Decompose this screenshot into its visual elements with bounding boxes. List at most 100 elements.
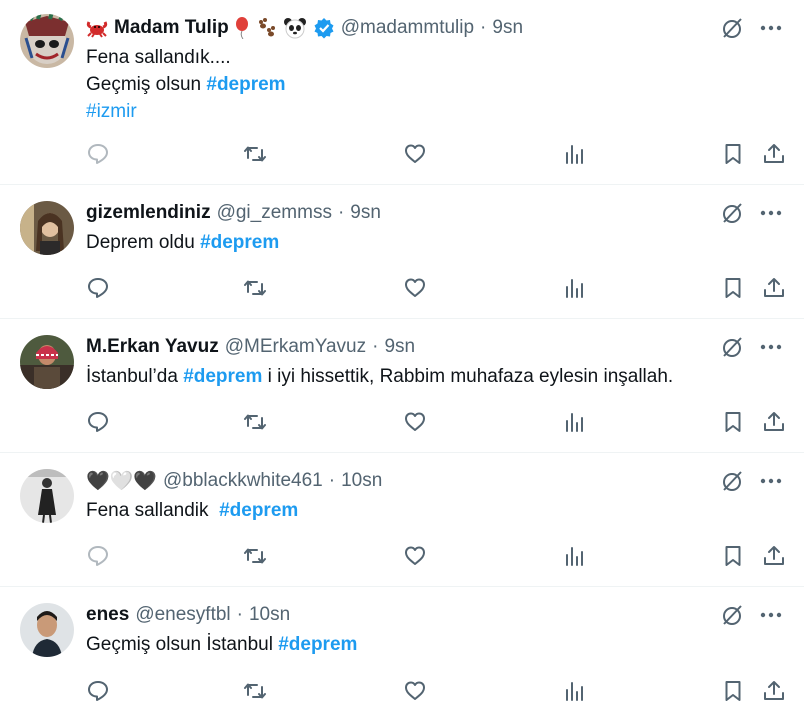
tweet-card[interactable]: Madam Tulip @madammtulip · 9sn Fena sall… — [0, 0, 804, 185]
display-name[interactable]: enes — [86, 604, 129, 626]
views-icon[interactable] — [562, 544, 586, 568]
tweet-text-segment: Fena sallandık.... — [86, 47, 231, 68]
bookmark-icon[interactable] — [721, 679, 745, 703]
grok-icon[interactable] — [720, 469, 744, 493]
retweet-icon[interactable] — [243, 142, 267, 166]
tweet-text: Deprem oldu #deprem — [86, 229, 774, 256]
reply-icon[interactable] — [86, 142, 110, 166]
avatar[interactable] — [20, 335, 74, 389]
tweet-header: enes @enesyftbl · 10sn — [86, 601, 704, 629]
bookmark-icon[interactable] — [721, 544, 745, 568]
tweet-actions — [86, 410, 786, 436]
tweet-line: Geçmiş olsun İstanbul #deprem — [86, 631, 774, 658]
panda-emoji — [283, 17, 307, 39]
tweet-card[interactable]: gizemlendiniz @gi_zemmss · 9sn Deprem ol… — [0, 185, 804, 319]
tweet-text: Fena sallandik #deprem — [86, 497, 774, 524]
user-handle[interactable]: @enesyftbl — [135, 604, 230, 626]
avatar[interactable] — [20, 603, 74, 657]
like-icon[interactable] — [403, 679, 427, 703]
retweet-icon[interactable] — [243, 544, 267, 568]
more-icon[interactable] — [760, 612, 782, 618]
like-icon[interactable] — [403, 142, 427, 166]
views-icon[interactable] — [562, 410, 586, 434]
share-icon[interactable] — [762, 276, 786, 300]
separator-dot: · — [328, 470, 336, 491]
tweet-header: gizemlendiniz @gi_zemmss · 9sn — [86, 199, 704, 227]
hashtag-link[interactable]: #deprem — [206, 74, 285, 95]
tweet-header: 🖤🤍🖤 @bblackkwhite461 · 10sn — [86, 467, 704, 495]
more-icon[interactable] — [760, 344, 782, 350]
more-icon[interactable] — [760, 210, 782, 216]
views-icon[interactable] — [562, 679, 586, 703]
user-handle[interactable]: @gi_zemmss — [217, 202, 332, 224]
separator-dot: · — [236, 604, 243, 625]
share-icon[interactable] — [762, 679, 786, 703]
tweet-card[interactable]: 🖤🤍🖤 @bblackkwhite461 · 10sn Fena salland… — [0, 453, 804, 587]
hashtag-link[interactable]: #deprem — [278, 634, 357, 655]
retweet-icon[interactable] — [243, 679, 267, 703]
like-icon[interactable] — [403, 410, 427, 434]
user-handle[interactable]: @MErkamYavuz — [225, 336, 366, 358]
timestamp[interactable]: 10sn — [249, 604, 290, 626]
tweet-card[interactable]: enes @enesyftbl · 10sn Geçmiş olsun İsta… — [0, 587, 804, 720]
timestamp[interactable]: 9sn — [492, 17, 523, 39]
hashtag-link[interactable]: #izmir — [86, 101, 137, 122]
reply-icon[interactable] — [86, 410, 110, 434]
grok-icon[interactable] — [720, 335, 744, 359]
views-icon[interactable] — [562, 142, 586, 166]
reply-icon[interactable] — [86, 679, 110, 703]
avatar[interactable] — [20, 14, 74, 68]
avatar[interactable] — [20, 201, 74, 255]
verified-badge-icon — [313, 17, 335, 39]
tweet-header: Madam Tulip @madammtulip · 9sn — [86, 14, 704, 42]
display-name[interactable]: M.Erkan Yavuz — [86, 336, 219, 358]
grok-icon[interactable] — [720, 603, 744, 627]
user-handle[interactable]: @madammtulip — [341, 17, 474, 39]
retweet-icon[interactable] — [243, 410, 267, 434]
hashtag-link[interactable]: #deprem — [219, 500, 298, 521]
grok-icon[interactable] — [720, 16, 744, 40]
tweet-card[interactable]: M.Erkan Yavuz @MErkamYavuz · 9sn İstanbu… — [0, 319, 804, 453]
more-icon[interactable] — [760, 25, 782, 31]
tweet-top-actions — [720, 333, 782, 361]
separator-dot: · — [480, 17, 487, 38]
retweet-icon[interactable] — [243, 276, 267, 300]
tweet-text-segment: Geçmiş olsun İstanbul — [86, 634, 279, 655]
share-icon[interactable] — [762, 142, 786, 166]
reply-icon[interactable] — [86, 544, 110, 568]
balloon-emoji — [235, 17, 249, 39]
crab-emoji — [86, 18, 108, 38]
tweet-text-segment: İstanbul’da — [86, 366, 184, 387]
views-icon[interactable] — [562, 276, 586, 300]
timestamp[interactable]: 9sn — [384, 336, 415, 358]
display-name[interactable]: Madam Tulip — [114, 17, 229, 39]
user-handle[interactable]: @bblackkwhite461 — [163, 470, 323, 492]
tweet-top-actions — [720, 467, 782, 495]
grok-icon[interactable] — [720, 201, 744, 225]
display-name[interactable]: 🖤🤍🖤 — [86, 469, 157, 493]
tweet-top-actions — [720, 199, 782, 227]
like-icon[interactable] — [403, 276, 427, 300]
bookmark-icon[interactable] — [721, 276, 745, 300]
share-icon[interactable] — [762, 410, 786, 434]
avatar[interactable] — [20, 469, 74, 523]
hashtag-link[interactable]: #deprem — [200, 232, 279, 253]
tweet-line: Deprem oldu #deprem — [86, 229, 774, 256]
more-icon[interactable] — [760, 478, 782, 484]
like-icon[interactable] — [403, 544, 427, 568]
tweet-line: Fena sallandık.... — [86, 44, 774, 71]
bookmark-icon[interactable] — [721, 142, 745, 166]
reply-icon[interactable] — [86, 276, 110, 300]
timeline-feed: Madam Tulip @madammtulip · 9sn Fena sall… — [0, 0, 804, 720]
hashtag-link[interactable]: #deprem — [183, 366, 262, 387]
share-icon[interactable] — [762, 544, 786, 568]
tweet-top-actions — [720, 601, 782, 629]
paw-prints-emoji — [255, 17, 277, 39]
timestamp[interactable]: 9sn — [350, 202, 381, 224]
bookmark-icon[interactable] — [721, 410, 745, 434]
tweet-text-segment: Fena sallandik — [86, 500, 220, 521]
tweet-actions — [86, 679, 786, 705]
display-name[interactable]: gizemlendiniz — [86, 202, 211, 224]
timestamp[interactable]: 10sn — [341, 470, 382, 492]
separator-dot: · — [337, 202, 345, 223]
